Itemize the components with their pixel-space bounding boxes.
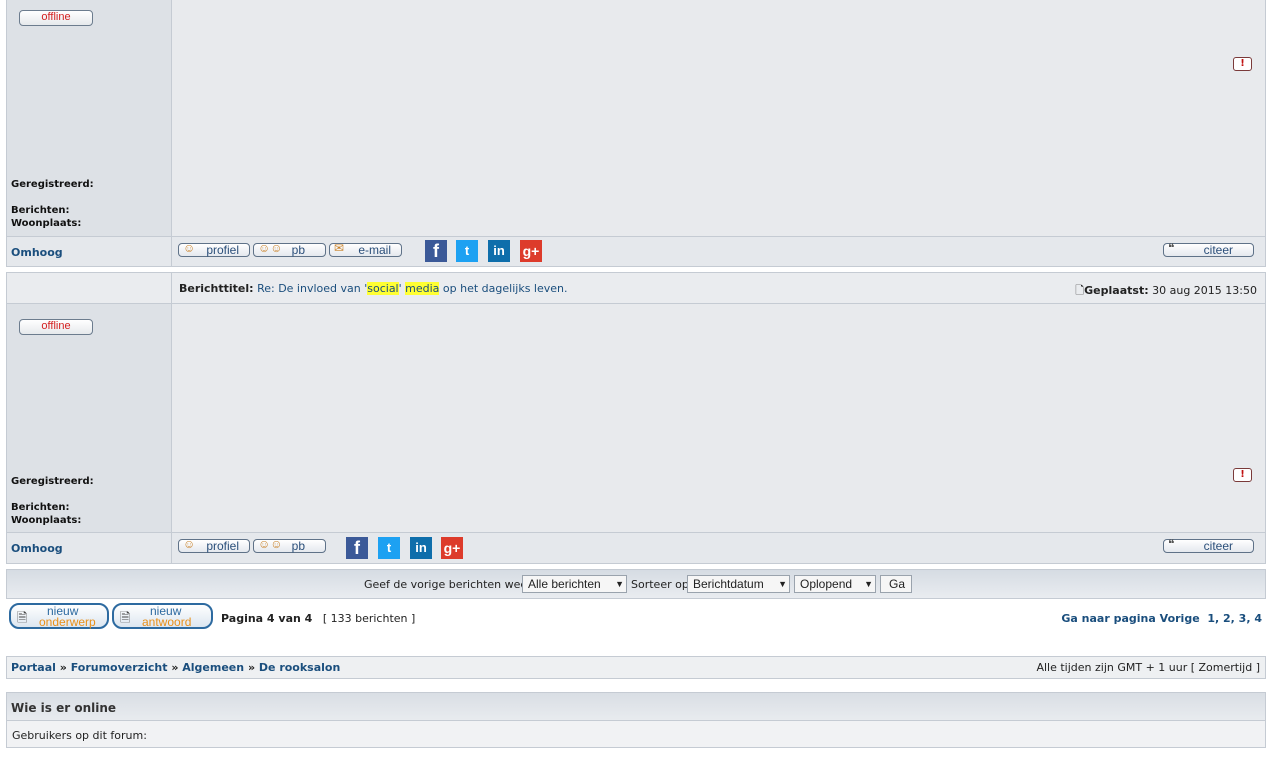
display-options-bar: Geef de vorige berichten weer: Alle beri…: [6, 569, 1266, 599]
mail-icon: ✉: [334, 241, 345, 255]
users-icon: ☺☺: [258, 241, 283, 255]
who-is-online-title: Wie is er online: [11, 701, 117, 715]
document-icon: 🗎: [17, 610, 28, 625]
show-label: Geef de vorige berichten weer:: [364, 578, 536, 591]
posts-label: Berichten:: [11, 205, 70, 216]
linkedin-icon[interactable]: in: [488, 240, 510, 262]
breadcrumb: Portaal » Forumoverzicht » Algemeen » De…: [6, 656, 1266, 679]
twitter-icon[interactable]: t: [378, 537, 400, 559]
prev-page-link[interactable]: Vorige: [1160, 612, 1200, 625]
pm-button[interactable]: ☺☺ pb: [253, 241, 326, 257]
who-is-online-panel: Wie is er online Gebruikers op dit forum…: [6, 692, 1266, 748]
chevron-down-icon: ▼: [615, 579, 624, 589]
offline-status-button[interactable]: offline: [19, 319, 93, 335]
post-1-body: !: [172, 0, 1265, 236]
goto-page-label[interactable]: Ga naar pagina: [1061, 612, 1155, 625]
breadcrumb-portal[interactable]: Portaal: [11, 661, 56, 674]
page-navigation: Ga naar pagina Vorige 1, 2, 3, 4: [1061, 612, 1262, 625]
page-link-3[interactable]: 3: [1239, 612, 1247, 625]
post-count: [ 133 berichten ]: [322, 612, 416, 625]
user-icon: ☺: [183, 241, 196, 255]
quote-icon: ❝: [1168, 241, 1175, 255]
sort-order-select[interactable]: Oplopend ▼: [794, 575, 876, 593]
breadcrumb-general[interactable]: Algemeen: [182, 661, 244, 674]
profile-button[interactable]: ☺ profiel: [178, 241, 250, 257]
timezone-info: Alle tijden zijn GMT + 1 uur [ Zomertijd…: [1036, 661, 1260, 674]
email-button[interactable]: ✉ e-mail: [329, 241, 402, 257]
breadcrumb-rooksalon[interactable]: De rooksalon: [259, 661, 340, 674]
breadcrumb-forum-index[interactable]: Forumoverzicht: [71, 661, 168, 674]
online-users-text: Gebruikers op dit forum:: [12, 729, 147, 742]
quote-icon: ❝: [1168, 537, 1175, 551]
twitter-icon[interactable]: t: [456, 240, 478, 262]
post-date: 🗋Geplaatst: 30 aug 2015 13:50: [1075, 284, 1257, 297]
page-current: 4: [1254, 612, 1262, 625]
offline-status-button[interactable]: offline: [19, 10, 93, 26]
location-label: Woonplaats:: [11, 218, 82, 229]
show-posts-select[interactable]: Alle berichten ▼: [522, 575, 627, 593]
googleplus-icon[interactable]: g+: [441, 537, 463, 559]
post-1-footer: Omhoog ☺ profiel ☺☺ pb ✉ e-mail f t in g+ ❝…: [7, 236, 1265, 267]
back-to-top-link[interactable]: Omhoog: [11, 246, 63, 259]
post-2-footer: Omhoog ☺ profiel ☺☺ pb f t in g+ ❝ citeer: [7, 532, 1265, 564]
report-post-icon[interactable]: !: [1233, 468, 1252, 482]
document-icon: 🗎: [120, 610, 131, 625]
user-icon: ☺: [183, 537, 196, 551]
post-1-profile: offline Geregistreerd: Berichten: Woonpl…: [7, 0, 172, 236]
sort-label: Sorteer op: [631, 578, 689, 591]
post-2: Berichttitel: Re: De invloed van 'social…: [6, 272, 1266, 564]
page-link-2[interactable]: 2: [1223, 612, 1231, 625]
new-topic-button[interactable]: 🗎 nieuw onderwerp: [9, 603, 109, 629]
posts-label: Berichten:: [11, 502, 70, 513]
registered-label: Geregistreerd:: [11, 476, 94, 487]
registered-label: Geregistreerd:: [11, 179, 94, 190]
page-link-1[interactable]: 1: [1207, 612, 1215, 625]
profile-button[interactable]: ☺ profiel: [178, 537, 250, 553]
users-icon: ☺☺: [258, 537, 283, 551]
facebook-icon[interactable]: f: [346, 537, 368, 559]
post-subject: Berichttitel: Re: De invloed van 'social…: [179, 282, 568, 295]
go-button[interactable]: Ga: [880, 575, 912, 593]
post-2-header: Berichttitel: Re: De invloed van 'social…: [7, 273, 1265, 304]
quote-button[interactable]: ❝ citeer: [1163, 537, 1254, 553]
pm-button[interactable]: ☺☺ pb: [253, 537, 326, 553]
chevron-down-icon: ▼: [778, 579, 787, 589]
subject-link[interactable]: Re: De invloed van 'social' media op het…: [257, 282, 568, 295]
document-icon: 🗋: [1075, 284, 1085, 297]
reply-button[interactable]: 🗎 nieuw antwoord: [112, 603, 213, 629]
googleplus-icon[interactable]: g+: [520, 240, 542, 262]
page-info: Pagina 4 van 4 [ 133 berichten ]: [221, 612, 416, 625]
subject-label: Berichttitel:: [179, 282, 254, 295]
who-is-online-header: Wie is er online: [7, 693, 1265, 721]
post-1: offline Geregistreerd: Berichten: Woonpl…: [6, 0, 1266, 267]
post-2-profile: offline Geregistreerd: Berichten: Woonpl…: [7, 304, 172, 532]
chevron-down-icon: ▼: [864, 579, 873, 589]
linkedin-icon[interactable]: in: [410, 537, 432, 559]
back-to-top-link[interactable]: Omhoog: [11, 542, 63, 555]
quote-button[interactable]: ❝ citeer: [1163, 241, 1254, 257]
sort-by-select[interactable]: Berichtdatum ▼: [687, 575, 790, 593]
post-2-body: !: [172, 304, 1265, 532]
location-label: Woonplaats:: [11, 515, 82, 526]
report-post-icon[interactable]: !: [1233, 57, 1252, 71]
facebook-icon[interactable]: f: [425, 240, 447, 262]
